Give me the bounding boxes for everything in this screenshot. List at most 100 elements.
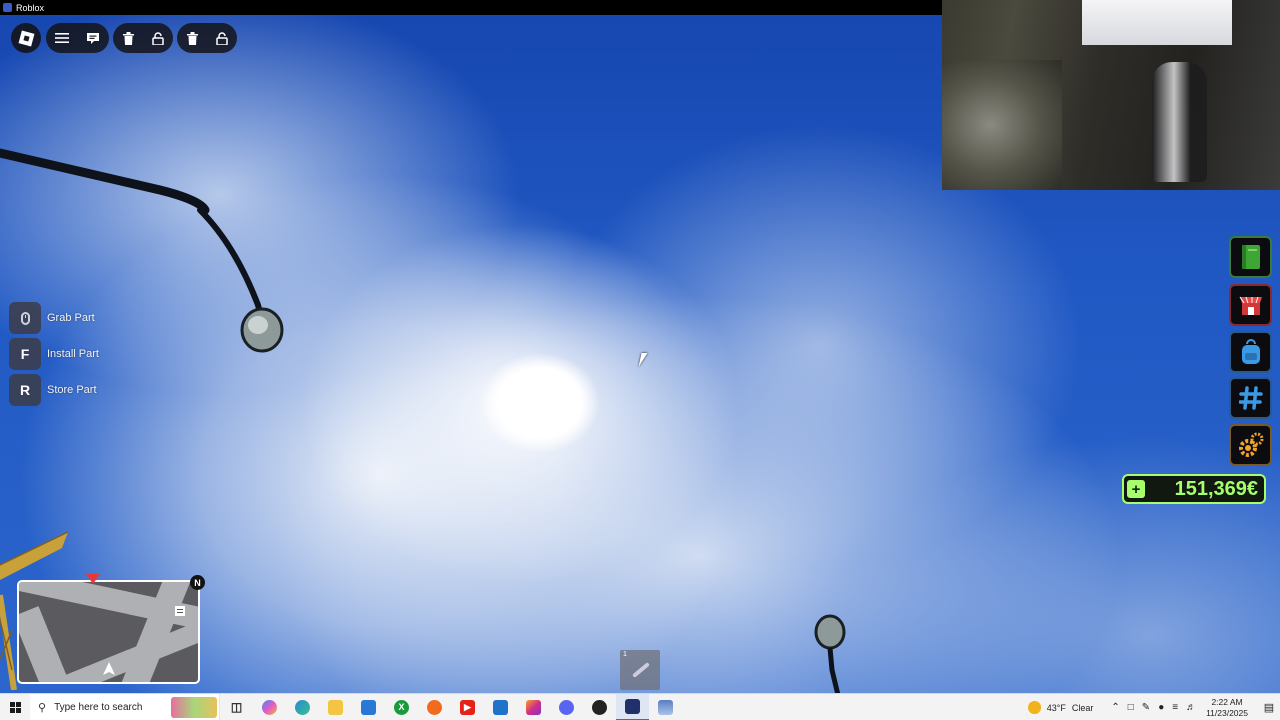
hamburger-menu-icon[interactable] — [53, 29, 71, 47]
window-title: Roblox — [16, 2, 45, 13]
start-button[interactable] — [0, 694, 30, 720]
book-icon — [1241, 245, 1260, 269]
photos-icon — [658, 699, 673, 715]
gears-icon — [1238, 432, 1263, 457]
meet-now-icon[interactable]: □ — [1128, 702, 1134, 713]
webcam-background — [942, 60, 1062, 190]
folder-icon — [328, 699, 343, 715]
obs-button[interactable] — [583, 694, 616, 720]
windows-logo-icon — [9, 701, 21, 713]
youtube-icon: ▶ — [460, 699, 475, 715]
mouse-icon — [20, 311, 30, 325]
add-money-button[interactable]: + — [1127, 480, 1145, 498]
weather-widget[interactable]: 43°F Clear — [1027, 701, 1094, 714]
trash-icon[interactable] — [119, 29, 137, 47]
money-amount: 151,369€ — [1174, 477, 1258, 500]
roblox-app-icon — [3, 3, 12, 12]
task-view-icon: ◫ — [230, 700, 243, 714]
inventory-button[interactable] — [1229, 331, 1272, 373]
search-highlight-image — [171, 696, 217, 718]
backpack-icon — [1241, 339, 1260, 364]
book-button[interactable] — [1229, 236, 1272, 278]
xbox-icon: X — [394, 699, 409, 715]
street-lamp-right — [814, 614, 846, 693]
player-arrow-icon — [103, 662, 115, 675]
youtube-button[interactable]: ▶ — [451, 694, 484, 720]
compass-north: N — [190, 575, 205, 590]
hashtag-icon — [1238, 386, 1263, 410]
photos-button[interactable] — [649, 694, 682, 720]
system-tray: 43°F Clear ⌃ □ ✎ ● ≡ ♬ 2:22 AM 11/23/202… — [1027, 694, 1280, 720]
unlock-icon[interactable] — [149, 29, 167, 47]
weather-desc: Clear — [1071, 702, 1094, 713]
hint-label: Grab Part — [47, 312, 95, 324]
hint-grab-part: Grab Part — [9, 302, 95, 334]
hotbar-slot-number: 1 — [623, 651, 627, 658]
webcam-window-light — [1082, 0, 1232, 45]
roblox-logo-icon — [18, 30, 34, 46]
outlook-icon — [493, 699, 508, 715]
task-view-button[interactable]: ◫ — [220, 694, 253, 720]
xbox-button[interactable]: X — [385, 694, 418, 720]
moon-icon — [1027, 701, 1041, 714]
toolbar-group-1 — [46, 23, 109, 53]
taskbar-search[interactable]: ⚲ — [30, 693, 220, 720]
wrench-icon — [632, 662, 650, 678]
toolbar-group-2 — [113, 23, 173, 53]
clock[interactable]: 2:22 AM 11/23/2025 — [1206, 697, 1248, 719]
roblox-taskbar-button[interactable] — [616, 693, 649, 720]
codes-button[interactable] — [1229, 377, 1272, 419]
store-icon — [361, 699, 376, 715]
copilot-button[interactable] — [253, 694, 286, 720]
microphone-icon[interactable]: ● — [1158, 702, 1164, 713]
outlook-button[interactable] — [484, 694, 517, 720]
discord-button[interactable] — [550, 694, 583, 720]
hint-key: F — [9, 338, 41, 370]
file-explorer-button[interactable] — [319, 694, 352, 720]
minimap[interactable] — [17, 580, 200, 684]
search-input[interactable] — [54, 701, 165, 713]
weather-temp: 43°F — [1046, 702, 1066, 713]
hint-key — [9, 302, 41, 334]
money-display: + 151,369€ — [1122, 474, 1266, 504]
hint-label: Install Part — [47, 348, 99, 360]
clock-date: 11/23/2025 — [1206, 707, 1248, 718]
building-icon — [175, 606, 185, 616]
obs-icon — [592, 699, 607, 715]
roblox-icon — [625, 698, 640, 714]
unlock-icon[interactable] — [213, 29, 231, 47]
instagram-button[interactable] — [517, 694, 550, 720]
webcam-overlay — [942, 0, 1280, 190]
hint-install-part: F Install Part — [9, 338, 99, 370]
edge-icon — [295, 699, 310, 715]
hint-key: R — [9, 374, 41, 406]
webcam-chair — [1152, 62, 1207, 182]
chat-icon[interactable] — [84, 29, 102, 47]
toolbar-group-3 — [177, 23, 237, 53]
shop-button[interactable] — [1229, 284, 1272, 326]
pen-icon[interactable]: ✎ — [1142, 702, 1150, 713]
chevron-up-icon[interactable]: ⌃ — [1111, 702, 1119, 713]
app-orange-button[interactable] — [418, 694, 451, 720]
shop-icon — [1239, 296, 1262, 315]
settings-button[interactable] — [1229, 424, 1272, 466]
search-icon: ⚲ — [38, 701, 47, 714]
windows-taskbar: ⚲ ◫ X ▶ 43°F Clear ⌃ □ ✎ ● ≡ ♬ 2:22 AM 1… — [0, 693, 1280, 720]
notification-icon: ▤ — [1263, 702, 1275, 714]
notification-button[interactable]: ▤ — [1258, 694, 1280, 720]
trash-icon[interactable] — [183, 29, 201, 47]
discord-icon — [559, 699, 574, 715]
clock-time: 2:22 AM — [1211, 696, 1243, 707]
instagram-icon — [526, 699, 541, 715]
store-button[interactable] — [352, 694, 385, 720]
app-orange-icon — [427, 699, 442, 715]
edge-button[interactable] — [286, 694, 319, 720]
roblox-menu-button[interactable] — [11, 23, 41, 53]
hint-label: Store Part — [47, 384, 97, 396]
hotbar-slot[interactable]: 1 — [620, 650, 660, 690]
hint-store-part: R Store Part — [9, 374, 97, 406]
copilot-icon — [262, 699, 277, 715]
tray-icons: ⌃ □ ✎ ● ≡ ♬ — [1111, 702, 1196, 713]
network-icon[interactable]: ≡ — [1172, 702, 1178, 713]
volume-icon[interactable]: ♬ — [1186, 702, 1196, 713]
